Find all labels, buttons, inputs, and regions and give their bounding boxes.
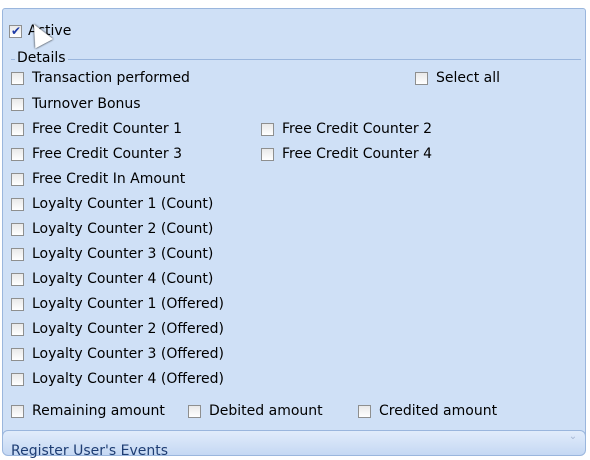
checkbox-label: Loyalty Counter 4 (Count) — [32, 271, 214, 287]
checkbox-turnover-bonus[interactable]: Turnover Bonus — [11, 94, 141, 114]
active-checkbox[interactable] — [9, 23, 22, 39]
checkbox-label: Credited amount — [379, 403, 498, 419]
checkbox-label: Loyalty Counter 3 (Count) — [32, 246, 214, 262]
checkbox-loyalty-counter-3-count[interactable]: Loyalty Counter 3 (Count) — [11, 244, 213, 264]
checkbox-loyalty-counter-1-count[interactable]: Loyalty Counter 1 (Count) — [11, 194, 213, 214]
checkbox[interactable] — [11, 147, 24, 161]
checkbox-credited-amount[interactable]: Credited amount — [358, 401, 497, 421]
checkbox[interactable] — [11, 347, 24, 361]
checkbox[interactable] — [261, 147, 274, 161]
select-all-label: Select all — [436, 70, 500, 86]
checkbox[interactable] — [11, 404, 24, 418]
chevron-icon[interactable]: ⌄ — [567, 431, 579, 443]
checkbox[interactable] — [188, 404, 201, 418]
checkbox-label: Free Credit In Amount — [32, 171, 186, 187]
checkbox-loyalty-counter-4-count[interactable]: Loyalty Counter 4 (Count) — [11, 269, 213, 289]
checkbox[interactable] — [11, 97, 24, 111]
checkbox[interactable] — [11, 247, 24, 261]
checkbox-free-credit-counter-4[interactable]: Free Credit Counter 4 — [261, 144, 432, 164]
checkbox-label: Free Credit Counter 1 — [32, 121, 183, 137]
checkbox[interactable] — [11, 222, 24, 236]
checkbox-label: Loyalty Counter 4 (Offered) — [32, 371, 225, 387]
checkbox-label: Turnover Bonus — [32, 96, 141, 112]
checkbox[interactable] — [11, 372, 24, 386]
checkbox-label: Loyalty Counter 2 (Offered) — [32, 321, 225, 337]
checkbox[interactable] — [261, 122, 274, 136]
details-group-label: Details — [15, 50, 68, 66]
checkbox[interactable] — [415, 71, 428, 85]
checkbox[interactable] — [11, 197, 24, 211]
top-strip — [0, 0, 590, 8]
checkbox-label: Loyalty Counter 2 (Count) — [32, 221, 214, 237]
checkbox-label: Debited amount — [209, 403, 323, 419]
register-users-events-header[interactable]: Register User's Events ⌄ — [2, 430, 586, 459]
checkbox-loyalty-counter-1-offered[interactable]: Loyalty Counter 1 (Offered) — [11, 294, 224, 314]
checkbox[interactable] — [11, 71, 24, 85]
checkbox[interactable] — [11, 297, 24, 311]
checkbox-label: Loyalty Counter 1 (Offered) — [32, 296, 225, 312]
checkbox[interactable] — [358, 404, 371, 418]
checkbox[interactable] — [11, 322, 24, 336]
checkbox-debited-amount[interactable]: Debited amount — [188, 401, 323, 421]
checkbox-label: Free Credit Counter 2 — [282, 121, 433, 137]
select-all-checkbox[interactable]: Select all — [415, 68, 500, 88]
checkbox-loyalty-counter-2-offered[interactable]: Loyalty Counter 2 (Offered) — [11, 319, 224, 339]
checkbox-label: Loyalty Counter 3 (Offered) — [32, 346, 225, 362]
checkbox-free-credit-counter-1[interactable]: Free Credit Counter 1 — [11, 119, 182, 139]
checkbox[interactable] — [11, 122, 24, 136]
register-users-events-label: Register User's Events — [11, 443, 168, 459]
checkbox-free-credit-in-amount[interactable]: Free Credit In Amount — [11, 169, 185, 189]
checkbox-loyalty-counter-4-offered[interactable]: Loyalty Counter 4 (Offered) — [11, 369, 224, 389]
checkbox-remaining-amount[interactable]: Remaining amount — [11, 401, 165, 421]
checkbox-label: Loyalty Counter 1 (Count) — [32, 196, 214, 212]
checkbox-label: Transaction performed — [32, 70, 190, 86]
details-group-border — [11, 59, 581, 60]
checkbox-loyalty-counter-2-count[interactable]: Loyalty Counter 2 (Count) — [11, 219, 213, 239]
checkbox-transaction-performed[interactable]: Transaction performed — [11, 68, 190, 88]
checkbox-label: Free Credit Counter 4 — [282, 146, 433, 162]
checkbox[interactable] — [11, 172, 24, 186]
checkbox-loyalty-counter-3-offered[interactable]: Loyalty Counter 3 (Offered) — [11, 344, 224, 364]
checkbox[interactable] — [11, 272, 24, 286]
details-panel: Active Details Transaction performed Tur… — [2, 8, 586, 452]
checkbox-free-credit-counter-3[interactable]: Free Credit Counter 3 — [11, 144, 182, 164]
checkbox-label: Remaining amount — [32, 403, 165, 419]
checkbox-free-credit-counter-2[interactable]: Free Credit Counter 2 — [261, 119, 432, 139]
checkbox-label: Free Credit Counter 3 — [32, 146, 183, 162]
